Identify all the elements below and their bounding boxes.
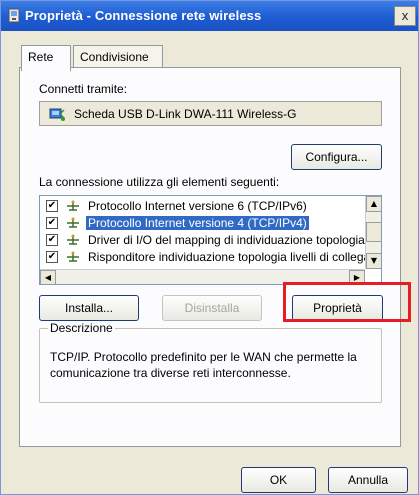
list-item-label: Protocollo Internet versione 6 (TCP/IPv6… bbox=[88, 199, 307, 213]
list-item-label: Driver di I/O del mapping di individuazi… bbox=[88, 233, 380, 247]
scroll-thumb[interactable] bbox=[366, 222, 381, 242]
configure-button-label: Configura... bbox=[305, 150, 368, 164]
vertical-scrollbar[interactable]: ▲ ▼ bbox=[365, 196, 381, 269]
scroll-down-arrow-icon[interactable]: ▼ bbox=[366, 253, 381, 269]
protocol-icon bbox=[67, 234, 79, 245]
install-button-label: Installa... bbox=[64, 301, 114, 315]
components-list[interactable]: ✔ Protocollo Internet versione 6 (TCP/IP… bbox=[39, 195, 382, 285]
network-connection-icon bbox=[8, 8, 20, 23]
checkbox[interactable]: ✔ bbox=[46, 200, 58, 212]
list-item-selected[interactable]: ✔ Protocollo Internet versione 4 (TCP/IP… bbox=[40, 215, 380, 232]
ok-button[interactable]: OK bbox=[241, 467, 316, 493]
adapter-box: Scheda USB D-Link DWA-111 Wireless-G bbox=[39, 101, 382, 126]
uninstall-button[interactable]: Disinstalla bbox=[162, 295, 262, 321]
adapter-name: Scheda USB D-Link DWA-111 Wireless-G bbox=[74, 107, 297, 121]
protocol-icon bbox=[67, 200, 79, 211]
tab-condivisione[interactable]: Condivisione bbox=[73, 45, 163, 69]
configure-button[interactable]: Configura... bbox=[291, 144, 382, 170]
tab-rete-label: Rete bbox=[28, 50, 54, 64]
window-title: Proprietà - Connessione rete wireless bbox=[25, 8, 262, 23]
properties-highlight-box bbox=[283, 282, 411, 322]
list-item[interactable]: ✔ Risponditore individuazione topologia … bbox=[40, 249, 382, 266]
list-item[interactable]: ✔ Protocollo Internet versione 6 (TCP/IP… bbox=[40, 198, 380, 215]
tab-panel-rete: Connetti tramite: Scheda USB D-Link DWA-… bbox=[19, 67, 401, 447]
scroll-up-arrow-icon[interactable]: ▲ bbox=[366, 196, 381, 212]
tab-condivisione-label: Condivisione bbox=[80, 50, 149, 64]
properties-dialog: Proprietà - Connessione rete wireless x … bbox=[0, 0, 419, 495]
ok-button-label: OK bbox=[269, 473, 288, 487]
connect-via-label: Connetti tramite: bbox=[39, 82, 128, 96]
checkbox[interactable]: ✔ bbox=[46, 217, 58, 229]
uninstall-button-label: Disinstalla bbox=[184, 301, 240, 315]
tab-rete[interactable]: Rete bbox=[21, 45, 71, 71]
cancel-button-label: Annulla bbox=[347, 473, 389, 487]
close-button[interactable]: x bbox=[394, 6, 416, 26]
list-item-label: Risponditore individuazione topologia li… bbox=[88, 250, 382, 264]
description-group: Descrizione TCP/IP. Protocollo predefini… bbox=[39, 321, 382, 403]
list-item[interactable]: ✔ Driver di I/O del mapping di individua… bbox=[40, 232, 380, 249]
title-bar[interactable]: Proprietà - Connessione rete wireless x bbox=[1, 1, 418, 31]
scroll-left-arrow-icon[interactable]: ◀ bbox=[40, 270, 56, 284]
list-item-label: Protocollo Internet versione 4 (TCP/IPv4… bbox=[86, 216, 309, 230]
cancel-button[interactable]: Annulla bbox=[328, 467, 408, 493]
description-legend: Descrizione bbox=[48, 321, 115, 335]
protocol-icon bbox=[67, 217, 79, 228]
checkbox[interactable]: ✔ bbox=[46, 251, 58, 263]
network-adapter-icon bbox=[49, 108, 65, 121]
install-button[interactable]: Installa... bbox=[39, 295, 139, 321]
items-label: La connessione utilizza gli elementi seg… bbox=[39, 175, 280, 189]
description-text: TCP/IP. Protocollo predefinito per le WA… bbox=[50, 350, 357, 380]
protocol-icon bbox=[67, 251, 79, 262]
checkbox[interactable]: ✔ bbox=[46, 234, 58, 246]
